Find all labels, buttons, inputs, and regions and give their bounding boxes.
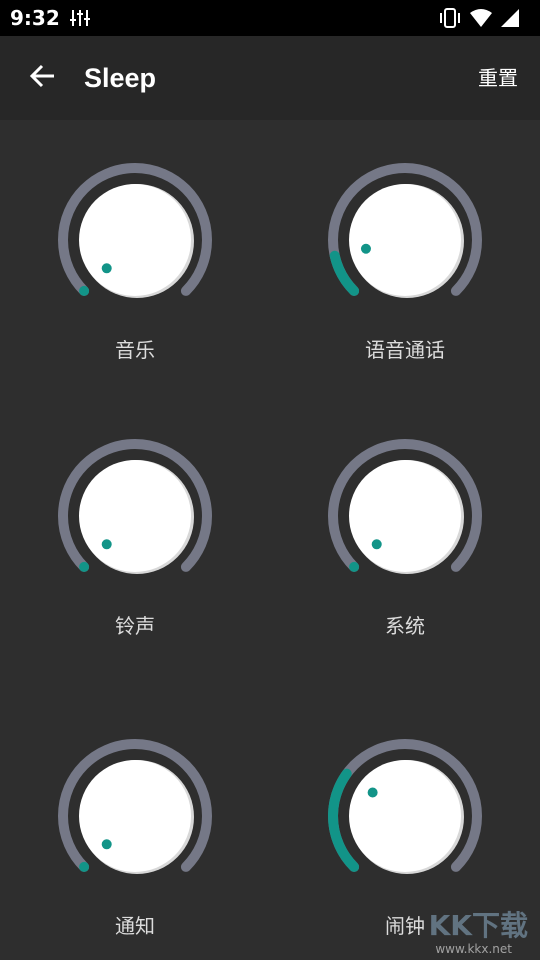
knob-dial[interactable] [35,416,235,616]
knob-label: 通知 [115,914,155,938]
knob-label: 系统 [385,614,425,638]
knob-label: 音乐 [115,338,155,362]
watermark-logo: KK下载 [428,909,528,942]
volume-knob[interactable]: 系统 [305,416,505,646]
arrow-left-icon [28,62,56,94]
knob-face [79,184,191,296]
knob-face [349,460,461,572]
volume-knob[interactable]: 语音通话 [305,140,505,370]
knob-indicator [101,539,112,550]
knob-face [349,760,461,872]
knob-dial[interactable] [305,140,505,340]
knob-level-arc [349,561,360,572]
wifi-icon [470,8,492,32]
knob-label: 语音通话 [365,338,445,362]
knob-label: 铃声 [115,614,155,638]
knob-level-arc [79,285,90,296]
reset-button[interactable]: 重置 [478,62,518,94]
knob-face [79,460,191,572]
knob-dial[interactable] [35,140,235,340]
knob-level-arc [329,250,360,296]
signal-icon [500,8,520,32]
knob-dial[interactable] [35,716,235,916]
page-title: Sleep [84,63,157,93]
knob-indicator [371,539,382,550]
knob-dial[interactable] [305,416,505,616]
knob-indicator [101,263,112,274]
volume-knob[interactable]: 音乐 [35,140,235,370]
vibrate-icon [438,8,462,32]
knob-indicator [101,839,112,850]
status-time: 9:32 [10,6,60,30]
knob-level-arc [79,561,90,572]
knob-face [349,184,461,296]
equalizer-icon [70,8,90,32]
watermark-url: www.kkx.net [435,942,512,956]
knob-level-arc [79,861,90,872]
knob-face [79,760,191,872]
back-button[interactable] [24,60,60,96]
knob-indicator [360,243,371,254]
app-bar: Sleep 重置 [0,36,540,120]
knob-indicator [367,787,378,798]
volume-knob[interactable]: 通知 [35,716,235,946]
knob-dial[interactable] [305,716,505,916]
volume-knob[interactable]: 铃声 [35,416,235,646]
status-bar: 9:32 [0,0,540,36]
